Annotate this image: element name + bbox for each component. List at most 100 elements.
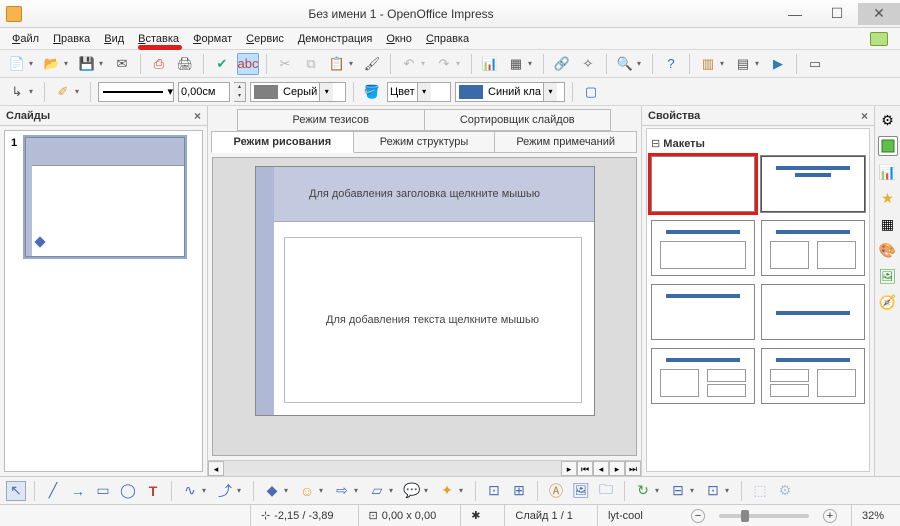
flowchart-icon[interactable]: ▱	[367, 481, 387, 501]
gallery-open-icon[interactable]: 🗀	[596, 481, 616, 501]
ellipse-icon[interactable]: ◯	[118, 481, 138, 501]
fill-color-combo[interactable]: Синий кла ▾	[455, 82, 565, 102]
tab-drawing-mode[interactable]: Режим рисования	[211, 131, 354, 153]
shadow-icon[interactable]: ▢	[580, 81, 602, 103]
panel-close-icon[interactable]: ×	[194, 109, 201, 123]
horizontal-scrollbar[interactable]: ◂ ▸ ⏮ ◂ ▸ ⏭	[208, 460, 641, 476]
dropdown-icon[interactable]: ▾	[528, 59, 536, 68]
dropdown-icon[interactable]: ▾	[543, 83, 557, 101]
dropdown-icon[interactable]: ▾	[720, 59, 728, 68]
rectangle-icon[interactable]: ▭	[93, 481, 113, 501]
zoom-out-button[interactable]: −	[691, 509, 705, 523]
layout-three-box-alt[interactable]	[761, 348, 865, 404]
panel-close-icon[interactable]: ×	[861, 109, 868, 123]
dropdown-icon[interactable]: ▾	[725, 486, 733, 495]
stars-icon[interactable]: ✦	[437, 481, 457, 501]
slide-design-icon[interactable]: ▤	[732, 53, 754, 75]
dropdown-icon[interactable]: ▾	[29, 87, 37, 96]
dropdown-icon[interactable]: ▾	[421, 59, 429, 68]
arrange-icon[interactable]: ⊡	[703, 481, 723, 501]
layout-blank[interactable]	[651, 156, 755, 212]
dropdown-icon[interactable]: ▾	[456, 59, 464, 68]
dropdown-icon[interactable]: ▾	[99, 59, 107, 68]
layout-title-content[interactable]	[651, 220, 755, 276]
interaction-icon[interactable]: ⚙	[775, 481, 795, 501]
align-icon[interactable]: ⊟	[668, 481, 688, 501]
tab-structure-mode[interactable]: Режим структуры	[353, 131, 496, 153]
tab-slide-sorter[interactable]: Сортировщик слайдов	[424, 109, 612, 131]
dropdown-icon[interactable]: ▾	[75, 87, 83, 96]
dropdown-icon[interactable]: ▾	[29, 59, 37, 68]
maximize-button[interactable]: ☐	[816, 3, 858, 25]
layout-centered[interactable]	[761, 284, 865, 340]
copy-icon[interactable]: ⧉	[300, 53, 322, 75]
line-color-icon[interactable]: ✐	[52, 81, 74, 103]
fontwork-icon[interactable]: Ⓐ	[546, 481, 566, 501]
chart-icon[interactable]: 📊	[479, 53, 501, 75]
glue-points-icon[interactable]: ⊞	[509, 481, 529, 501]
dropdown-icon[interactable]: ▾	[354, 486, 362, 495]
scroll-track[interactable]	[224, 461, 561, 476]
minimize-button[interactable]: —	[774, 3, 816, 25]
dropdown-icon[interactable]: ▾	[424, 486, 432, 495]
menu-format[interactable]: Формат	[187, 31, 238, 47]
basic-shapes-icon[interactable]: ◆	[262, 481, 282, 501]
cut-icon[interactable]: ✂	[274, 53, 296, 75]
dropdown-icon[interactable]: ▾	[284, 486, 292, 495]
menu-help[interactable]: Справка	[420, 31, 475, 47]
slide-thumbnail-1[interactable]	[25, 137, 185, 257]
connector-icon[interactable]: ⤴	[215, 481, 235, 501]
presentation-icon[interactable]: ▭	[804, 53, 826, 75]
slides-list[interactable]: 1	[4, 130, 203, 472]
dropdown-icon[interactable]: ▾	[417, 83, 431, 101]
sidebar-gallery-icon[interactable]: 🖼	[878, 266, 898, 286]
tab-outline-mode[interactable]: Режим тезисов	[237, 109, 425, 131]
slide-canvas[interactable]: Для добавления заголовка щелкните мышью …	[255, 166, 595, 416]
prev-slide-icon[interactable]: ◂	[593, 461, 609, 476]
dropdown-icon[interactable]: ▾	[349, 59, 357, 68]
layout-title[interactable]	[761, 156, 865, 212]
sidebar-animation-icon[interactable]: ★	[878, 188, 898, 208]
scroll-right-icon[interactable]: ▸	[561, 461, 577, 476]
line-icon[interactable]: ╱	[43, 481, 63, 501]
dropdown-icon[interactable]: ▾	[690, 486, 698, 495]
spellcheck-icon[interactable]: ✔	[211, 53, 233, 75]
dropdown-icon[interactable]: ▾	[237, 486, 245, 495]
menu-view[interactable]: Вид	[98, 31, 130, 47]
email-icon[interactable]: ✉	[111, 53, 133, 75]
dropdown-icon[interactable]: ▾	[202, 486, 210, 495]
new-doc-icon[interactable]: 📄	[6, 53, 28, 75]
extrusion-icon[interactable]: ⬚	[750, 481, 770, 501]
line-color-combo[interactable]: Серый ▾	[250, 82, 346, 102]
dropdown-icon[interactable]: ▾	[655, 486, 663, 495]
line-width-spinner[interactable]: ▴▾	[234, 82, 246, 102]
sidebar-settings-icon[interactable]: ⚙	[878, 110, 898, 130]
dropdown-icon[interactable]: ▾	[319, 83, 333, 101]
curve-icon[interactable]: ∿	[180, 481, 200, 501]
dropdown-icon[interactable]: ▾	[459, 486, 467, 495]
dropdown-icon[interactable]: ▾	[637, 59, 645, 68]
dropdown-icon[interactable]: ▾	[755, 59, 763, 68]
undo-icon[interactable]: ↶	[398, 53, 420, 75]
menu-file[interactable]: Файл	[6, 31, 45, 47]
tab-notes-mode[interactable]: Режим примечаний	[494, 131, 637, 153]
rotate-icon[interactable]: ↻	[633, 481, 653, 501]
dropdown-icon[interactable]: ▾	[319, 486, 327, 495]
text-icon[interactable]: T	[143, 481, 163, 501]
save-icon[interactable]: 💾	[76, 53, 98, 75]
open-icon[interactable]: 📂	[41, 53, 63, 75]
table-icon[interactable]: ▦	[505, 53, 527, 75]
print-icon[interactable]: 🖨	[174, 53, 196, 75]
line-width-input[interactable]	[178, 82, 230, 102]
slideshow-icon[interactable]: ▶	[767, 53, 789, 75]
menu-window[interactable]: Окно	[380, 31, 418, 47]
arrow-select-icon[interactable]: ↳	[6, 81, 28, 103]
update-icon[interactable]	[870, 32, 888, 46]
layout-two-content[interactable]	[761, 220, 865, 276]
callout-icon[interactable]: 💬	[402, 481, 422, 501]
zoom-in-button[interactable]: +	[823, 509, 837, 523]
sidebar-transition-icon[interactable]: ▦	[878, 214, 898, 234]
arrow-line-icon[interactable]: →	[68, 481, 88, 501]
body-placeholder[interactable]: Для добавления текста щелкните мышью	[284, 237, 582, 403]
line-style-selector[interactable]: ▾	[98, 82, 174, 102]
